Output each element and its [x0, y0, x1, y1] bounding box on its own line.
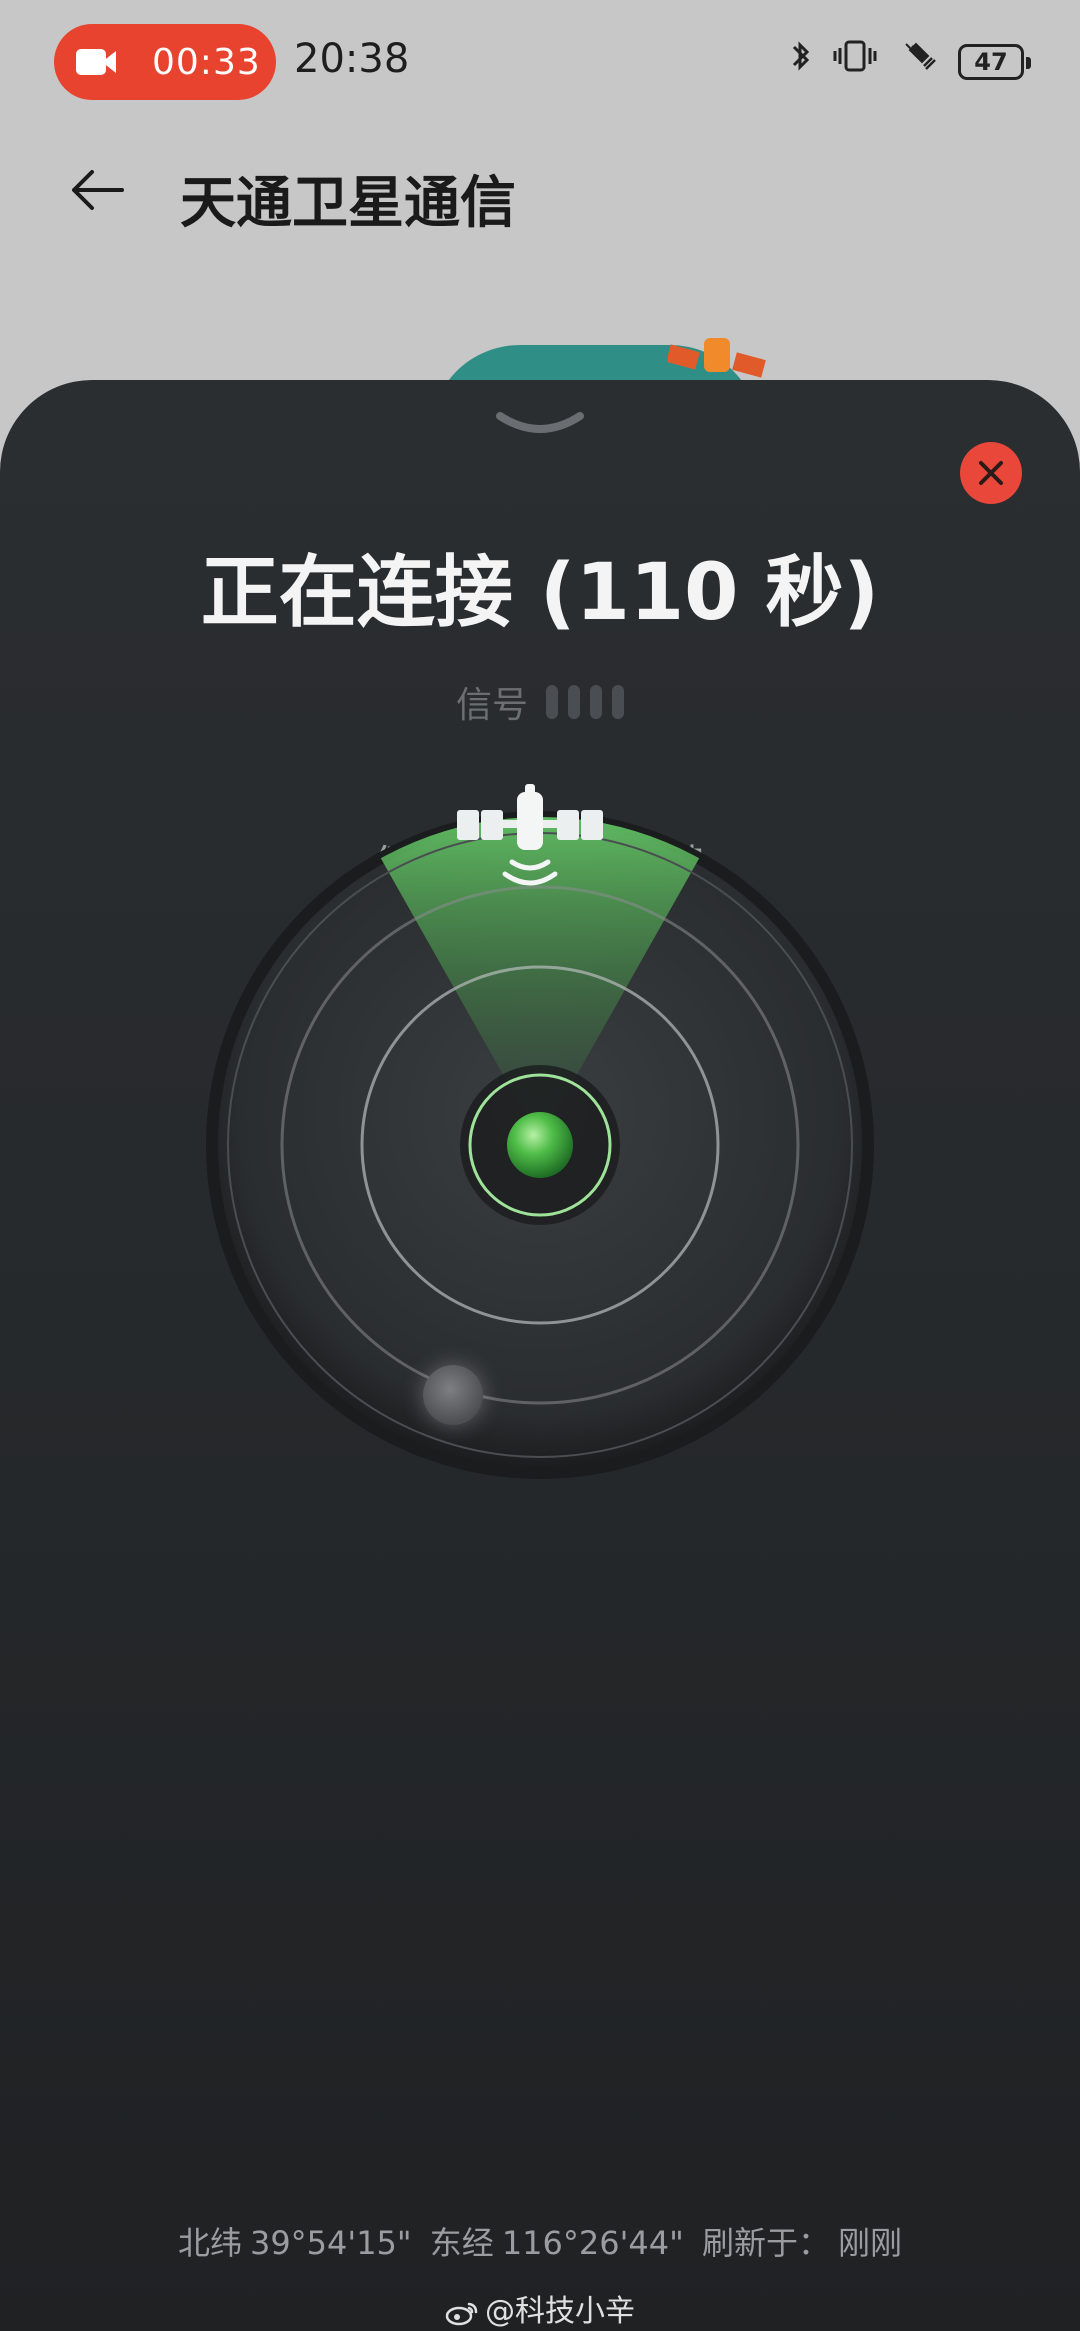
refresh-value: 刚刚 — [838, 2224, 903, 2262]
refresh-label: 刷新于： — [702, 2224, 831, 2262]
page-title: 天通卫星通信 — [180, 171, 516, 236]
connection-status-title: 正在连接 (110 秒) — [200, 548, 880, 638]
recording-time: 00:33 — [152, 41, 261, 83]
back-arrow-icon[interactable] — [66, 160, 126, 220]
bluetooth-icon — [790, 38, 812, 85]
video-camera-icon — [76, 46, 122, 78]
device-position-dot — [423, 1365, 483, 1425]
signal-bar — [590, 685, 602, 719]
signal-label: 信号 — [455, 685, 528, 726]
latitude-label: 北纬 — [177, 2224, 242, 2262]
weibo-logo-icon — [445, 2302, 478, 2325]
satellite-icon — [457, 784, 603, 886]
satellite-signal-icon — [898, 38, 938, 85]
longitude-value: 116°26'44" — [501, 2224, 684, 2262]
signal-bar — [612, 685, 624, 719]
signal-bar — [568, 685, 580, 719]
close-button[interactable] — [960, 442, 1022, 504]
signal-indicator: 信号 — [0, 676, 1080, 728]
satellite-illustration-icon — [668, 338, 766, 378]
screen-recording-indicator[interactable]: 00:33 — [54, 24, 276, 100]
watermark-text: @科技小辛 — [485, 2294, 635, 2329]
location-coordinates: 北纬 39°54'15" 东经 116°26'44" 刷新于： 刚刚 — [0, 2218, 1080, 2264]
status-clock: 20:38 — [294, 36, 410, 82]
signal-bar — [546, 685, 558, 719]
close-icon — [979, 461, 1003, 485]
latitude-value: 39°54'15" — [249, 2224, 412, 2262]
satellite-connect-screen: 00:33 20:38 47 天通卫星通信 正在连接 (110 秒) 信号 北纬… — [0, 0, 1080, 2331]
collapse-chevron-icon[interactable] — [494, 408, 586, 448]
satellite-radar — [205, 810, 875, 1480]
weibo-watermark: @科技小辛 — [0, 2286, 1080, 2330]
status-bar: 00:33 20:38 47 — [0, 0, 1080, 130]
vibrate-icon — [832, 38, 878, 85]
longitude-label: 东经 — [429, 2224, 494, 2262]
app-header: 天通卫星通信 — [0, 130, 1080, 250]
signal-bars — [546, 685, 624, 719]
status-icons: 47 — [790, 38, 1031, 85]
battery-indicator: 47 — [958, 43, 1031, 80]
